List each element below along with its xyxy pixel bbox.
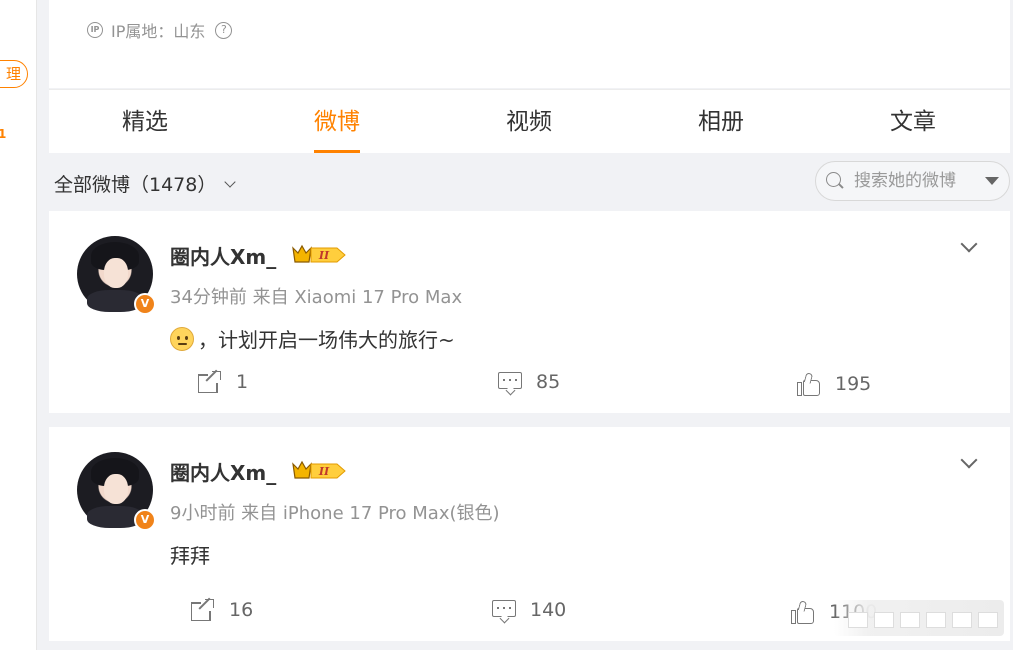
all-posts-filter-label: 全部微博（1478） (54, 174, 217, 196)
tab-albums[interactable]: 相册 (698, 90, 744, 153)
share-count: 16 (229, 599, 254, 621)
comment-count: 85 (536, 371, 561, 393)
ip-location-label: IP属地：山东 (111, 22, 206, 41)
post-meta: 34分钟前 来自 Xiaomi 17 Pro Max (170, 287, 463, 308)
profile-tabs: 精选 微博 视频 相册 文章 (49, 89, 1010, 153)
ip-location-row: IP IP属地：山东 ? (87, 18, 233, 42)
manage-button[interactable]: 理 (0, 60, 28, 88)
post-menu-chevron-icon[interactable] (961, 457, 975, 471)
sidebar-count-badge: 1 (0, 127, 7, 141)
post-content: ，计划开启一场伟大的旅行~ (170, 324, 455, 353)
comment-button[interactable]: 140 (492, 599, 567, 624)
share-button[interactable]: 1 (198, 369, 249, 393)
profile-card: IP IP属地：山东 ? (49, 0, 1010, 88)
like-count: 195 (835, 373, 872, 395)
share-icon (191, 597, 215, 621)
post-meta: 9小时前 来自 iPhone 17 Pro Max(银色) (170, 503, 500, 524)
username-link[interactable]: 圈内人Xm_ (170, 457, 276, 486)
vip-level-label: II (318, 249, 330, 262)
vip-crown-badge-icon[interactable]: II (291, 244, 347, 266)
post-content: 拜拜 (170, 540, 210, 569)
post-menu-chevron-icon[interactable] (961, 241, 975, 255)
avatar[interactable]: V (77, 236, 156, 315)
search-dropdown-icon[interactable] (985, 177, 999, 185)
like-button[interactable]: 195 (797, 372, 872, 396)
comment-icon (498, 371, 522, 396)
ip-icon: IP (87, 22, 103, 38)
share-button[interactable]: 16 (191, 597, 254, 621)
username-link[interactable]: 圈内人Xm_ (170, 241, 276, 270)
thumbs-up-icon (791, 600, 815, 624)
verified-badge: V (134, 293, 156, 315)
tab-videos[interactable]: 视频 (506, 90, 552, 153)
share-icon (198, 369, 222, 393)
post-text: 拜拜 (170, 544, 210, 568)
post-search-box[interactable] (815, 161, 1010, 201)
comment-icon (492, 599, 516, 624)
vip-level-label: II (318, 465, 330, 478)
comment-button[interactable]: 85 (498, 371, 561, 396)
tab-featured[interactable]: 精选 (122, 90, 168, 153)
tab-weibo[interactable]: 微博 (314, 90, 360, 153)
share-count: 1 (236, 371, 249, 393)
all-posts-filter[interactable]: 全部微博（1478） (54, 170, 237, 197)
thumbs-up-icon (797, 372, 821, 396)
vip-crown-badge-icon[interactable]: II (291, 460, 347, 482)
smile-emoji-icon (170, 326, 194, 351)
post-search-input[interactable] (852, 170, 981, 192)
watermark-overlay (834, 600, 1004, 636)
post-card: V 圈内人Xm_ II 34分钟前 来自 Xiaomi 17 Pro Max ，… (49, 211, 1010, 413)
help-icon[interactable]: ? (215, 21, 233, 39)
chevron-down-icon (224, 175, 237, 188)
comment-count: 140 (530, 599, 567, 621)
tab-articles[interactable]: 文章 (890, 90, 936, 153)
manage-label: 理 (5, 65, 21, 83)
verified-badge: V (134, 509, 156, 531)
search-icon (826, 172, 844, 190)
left-sidebar-strip: 理 1 (0, 0, 37, 650)
post-text: ，计划开启一场伟大的旅行~ (198, 328, 455, 352)
avatar[interactable]: V (77, 452, 156, 531)
